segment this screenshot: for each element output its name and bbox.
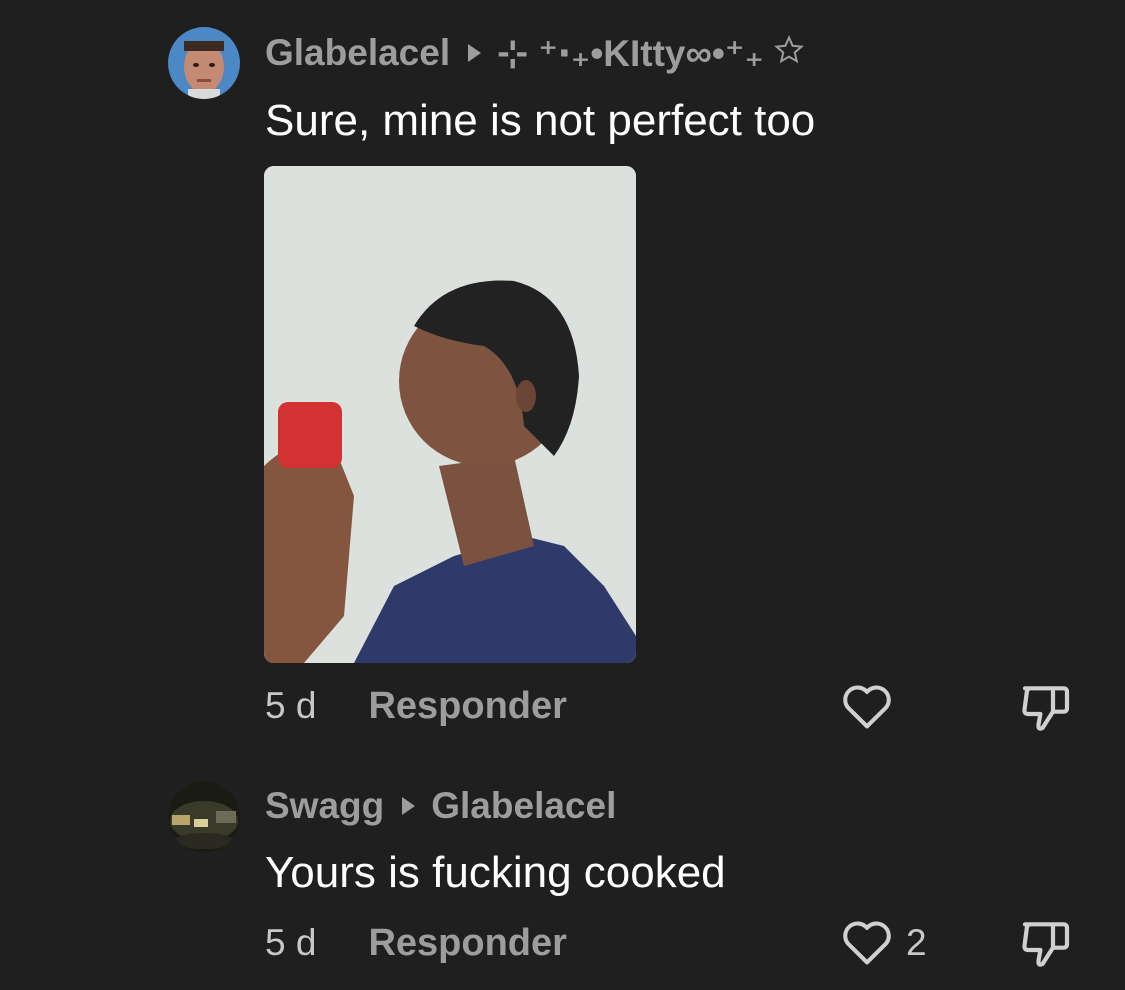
comment-meta: 5 d Responder xyxy=(265,684,567,728)
avatar[interactable] xyxy=(168,27,240,99)
like-button[interactable] xyxy=(840,682,906,732)
reply-target-name[interactable]: Glabelacel xyxy=(431,785,616,827)
like-button[interactable]: 2 xyxy=(840,918,927,968)
heart-icon[interactable] xyxy=(840,916,894,971)
heart-icon[interactable] xyxy=(840,680,894,735)
thumbs-down-icon[interactable] xyxy=(1018,922,1074,973)
comment-meta: 5 d Responder xyxy=(265,921,567,965)
comment-image[interactable] xyxy=(264,166,636,663)
comment-header: Swagg Glabelacel xyxy=(265,784,616,828)
timestamp: 5 d xyxy=(265,685,317,726)
comment-text: Yours is fucking cooked xyxy=(265,848,726,897)
like-count: 2 xyxy=(906,922,927,963)
reply-button[interactable]: Responder xyxy=(368,922,566,965)
thumbs-down-icon[interactable] xyxy=(1018,686,1074,737)
author-name[interactable]: Swagg xyxy=(265,785,384,827)
reply-target-name[interactable]: ⊹ ⁺‧₊•KItty∞•⁺₊ xyxy=(497,32,764,75)
star-outline-icon xyxy=(774,32,804,74)
reply-button[interactable]: Responder xyxy=(368,685,566,728)
dislike-button[interactable] xyxy=(1018,681,1074,733)
comment-text: Sure, mine is not perfect too xyxy=(265,96,816,145)
timestamp: 5 d xyxy=(265,922,317,963)
dislike-button[interactable] xyxy=(1018,917,1074,969)
comment-header: Glabelacel ⊹ ⁺‧₊•KItty∞•⁺₊ xyxy=(265,31,804,75)
reply-arrow-icon xyxy=(468,44,482,62)
author-name[interactable]: Glabelacel xyxy=(265,32,450,74)
avatar[interactable] xyxy=(168,781,240,853)
reply-arrow-icon xyxy=(402,797,416,815)
